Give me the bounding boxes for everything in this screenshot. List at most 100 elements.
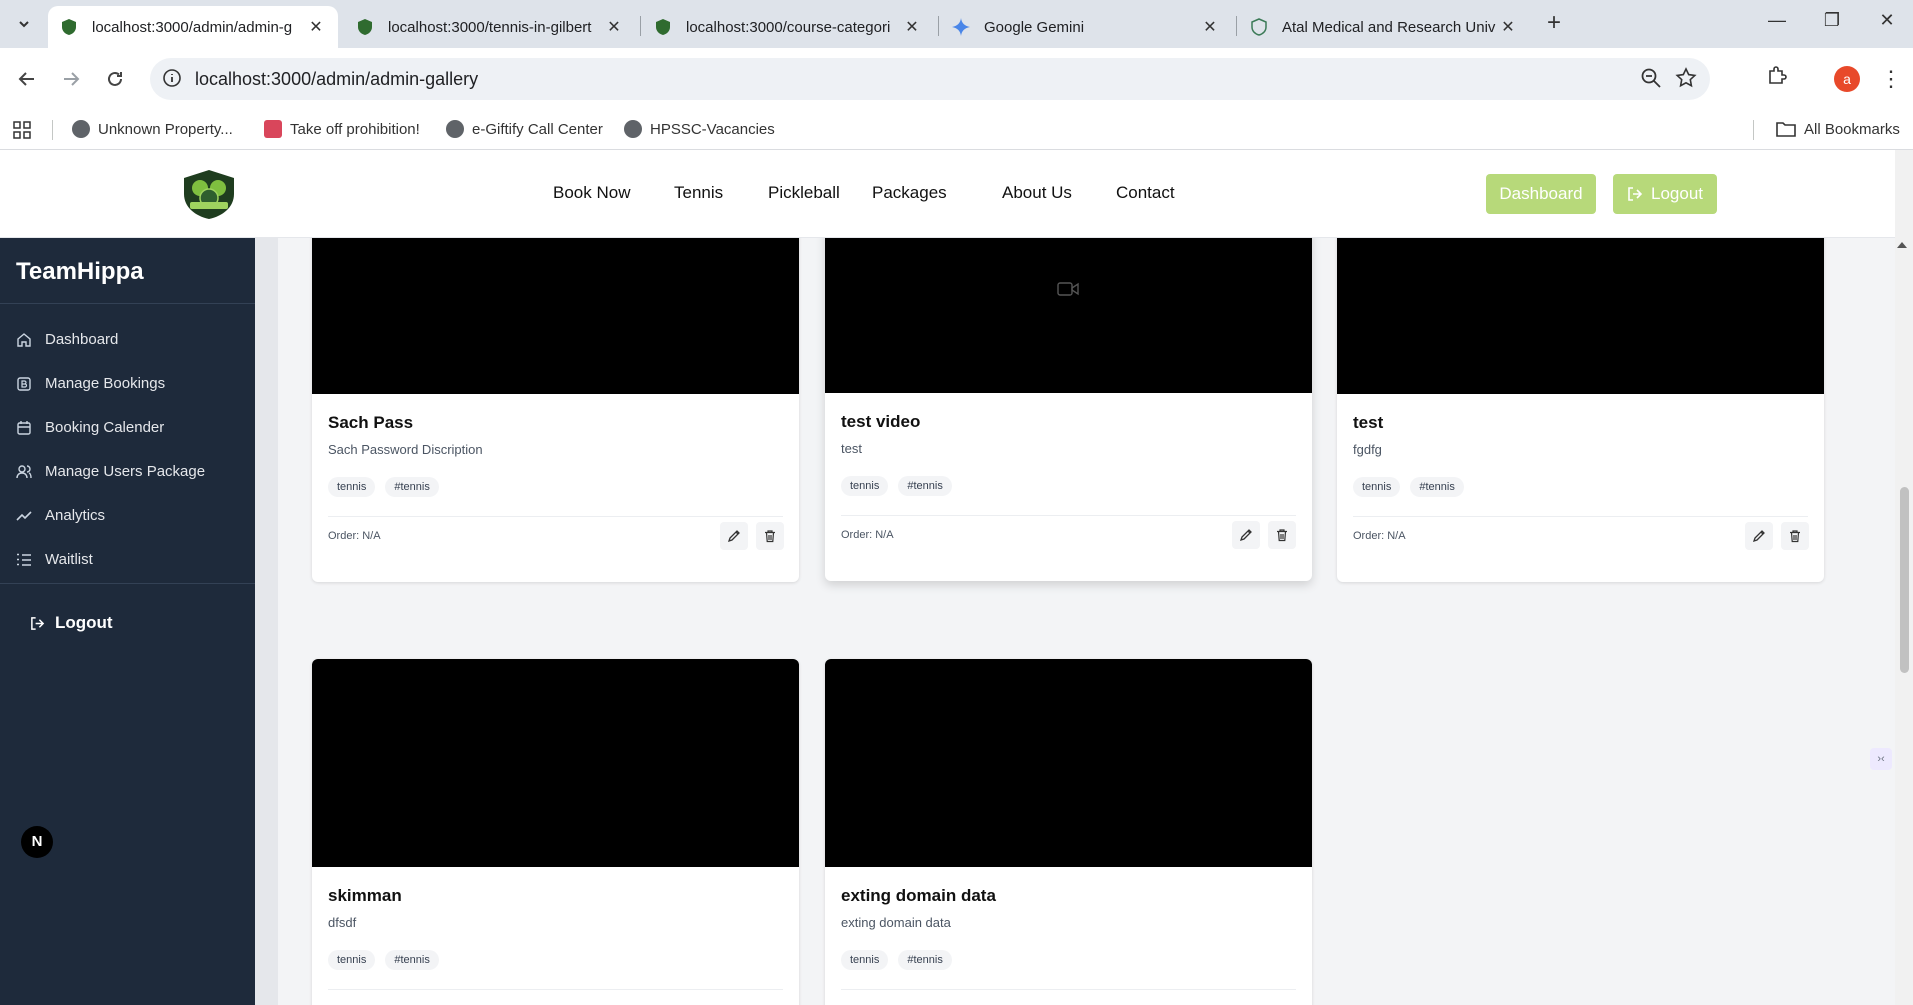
chevron-down-icon xyxy=(19,21,29,28)
home-icon xyxy=(17,332,31,347)
users-icon xyxy=(16,464,32,478)
sidebar-item-dashboard[interactable]: Dashboard xyxy=(16,331,118,348)
gallery-card: test fgdfg tennis #tennis Order: N/A xyxy=(1337,186,1824,582)
trash-icon xyxy=(765,530,775,543)
restore-icon[interactable]: ❐ xyxy=(1812,10,1852,38)
scrollbar-thumb[interactable] xyxy=(1900,487,1909,673)
sidebar-logout[interactable]: Logout xyxy=(30,613,113,633)
tag-badge: tennis xyxy=(328,477,376,497)
tag-badge: #tennis xyxy=(385,950,439,970)
new-tab-plus-icon[interactable]: + xyxy=(1540,10,1568,38)
card-order: Order: N/A xyxy=(1353,530,1406,542)
nav-packages[interactable]: Packages xyxy=(872,183,947,203)
zoom-out-icon[interactable] xyxy=(1640,67,1662,89)
list-icon xyxy=(17,553,31,566)
university-shield-icon xyxy=(1251,18,1267,36)
sidebar-item-label: Manage Bookings xyxy=(45,375,166,392)
delete-button[interactable] xyxy=(756,522,784,550)
close-icon[interactable]: ✕ xyxy=(1200,17,1220,37)
card-title: test video xyxy=(841,412,921,431)
browser-tab-3[interactable]: Google Gemini ✕ xyxy=(940,6,1232,48)
card-divider xyxy=(841,515,1296,516)
dashboard-button-label: Dashboard xyxy=(1499,184,1583,203)
tab-title: localhost:3000/admin/admin-g xyxy=(92,18,293,36)
card-divider xyxy=(841,989,1296,990)
back-arrow-icon[interactable] xyxy=(10,62,44,96)
trash-icon xyxy=(1277,529,1287,542)
extensions-puzzle-icon[interactable] xyxy=(1765,64,1789,88)
nav-book-now[interactable]: Book Now xyxy=(553,183,630,203)
bookmark-item[interactable]: HPSSC-Vacancies xyxy=(624,120,775,138)
logout-button[interactable]: Logout xyxy=(1613,174,1717,214)
tab-search-button[interactable] xyxy=(8,10,40,38)
bird-icon xyxy=(264,120,282,138)
sidebar-item-label: Analytics xyxy=(45,507,106,524)
sidebar-item-label: Dashboard xyxy=(45,331,119,348)
card-description: fgdfg xyxy=(1353,442,1382,457)
close-icon[interactable]: ✕ xyxy=(306,17,326,37)
bookmark-item[interactable]: Take off prohibition! xyxy=(264,120,420,138)
delete-button[interactable] xyxy=(1781,522,1809,550)
edit-button[interactable] xyxy=(1745,522,1773,550)
delete-button[interactable] xyxy=(1268,521,1296,549)
address-bar[interactable]: localhost:3000/admin/admin-gallery xyxy=(150,58,1710,100)
browser-toolbar: localhost:3000/admin/admin-gallery xyxy=(0,48,1913,110)
bookmark-item[interactable]: Unknown Property... xyxy=(72,120,233,138)
profile-avatar[interactable]: a xyxy=(1834,66,1860,92)
sidebar-item-booking-calender[interactable]: Booking Calender xyxy=(16,419,164,436)
card-media[interactable] xyxy=(825,659,1312,867)
apps-grid-icon[interactable] xyxy=(13,121,31,139)
window-close-icon[interactable]: ✕ xyxy=(1867,10,1907,38)
next-dev-badge[interactable]: N xyxy=(21,826,53,858)
side-panel-toggle-icon[interactable]: ›‹ xyxy=(1870,748,1892,770)
admin-sidebar: TeamHippa Dashboard Manage Bookings Book… xyxy=(0,238,255,1005)
card-description: dfsdf xyxy=(328,915,357,930)
tag-badge: tennis xyxy=(841,476,889,496)
forward-arrow-icon[interactable] xyxy=(54,62,88,96)
close-icon[interactable]: ✕ xyxy=(1498,17,1518,37)
nav-pickleball[interactable]: Pickleball xyxy=(768,183,840,203)
dashboard-button[interactable]: Dashboard xyxy=(1486,174,1596,214)
sidebar-item-waitlist[interactable]: Waitlist xyxy=(16,551,93,568)
bookmark-star-icon[interactable] xyxy=(1674,66,1698,90)
browser-tab-0[interactable]: localhost:3000/admin/admin-g ✕ xyxy=(48,6,338,48)
all-bookmarks-button[interactable]: All Bookmarks xyxy=(1776,120,1900,138)
sidebar-item-manage-bookings[interactable]: Manage Bookings xyxy=(16,375,165,392)
sidebar-divider xyxy=(0,583,255,584)
sidebar-item-analytics[interactable]: Analytics xyxy=(16,507,105,524)
browser-menu-icon[interactable]: ⋮ xyxy=(1880,66,1902,92)
tab-title: localhost:3000/tennis-in-gilbert xyxy=(388,18,592,36)
bookmark-label: e-Giftify Call Center xyxy=(472,120,603,138)
bookmark-item[interactable]: e-Giftify Call Center xyxy=(446,120,603,138)
card-title: Sach Pass xyxy=(328,413,414,432)
browser-tab-4[interactable]: Atal Medical and Research Univ ✕ xyxy=(1238,6,1530,48)
shield-favicon-icon xyxy=(62,19,76,35)
globe-icon xyxy=(624,120,642,138)
edit-button[interactable] xyxy=(1232,521,1260,549)
url-text[interactable]: localhost:3000/admin/admin-gallery xyxy=(195,69,478,90)
globe-icon xyxy=(72,120,90,138)
nav-tennis[interactable]: Tennis xyxy=(674,183,723,203)
nav-about-us[interactable]: About Us xyxy=(1002,183,1072,203)
card-tags: tennis #tennis xyxy=(328,477,439,497)
reload-icon[interactable] xyxy=(98,62,132,96)
site-info-icon[interactable] xyxy=(162,68,182,88)
edit-button[interactable] xyxy=(720,522,748,550)
tab-title: Google Gemini xyxy=(984,18,1085,36)
nav-contact[interactable]: Contact xyxy=(1116,183,1175,203)
trash-icon xyxy=(1790,530,1800,543)
scroll-up-arrow-icon[interactable] xyxy=(1897,242,1907,248)
logout-button-label: Logout xyxy=(1651,184,1703,203)
card-media[interactable] xyxy=(312,659,799,867)
team-hippa-logo[interactable] xyxy=(180,168,238,220)
browser-tab-2[interactable]: localhost:3000/course-categori ✕ xyxy=(642,6,934,48)
sidebar-item-label: Manage Users Package xyxy=(45,463,206,480)
browser-tab-1[interactable]: localhost:3000/tennis-in-gilbert ✕ xyxy=(344,6,636,48)
close-icon[interactable]: ✕ xyxy=(902,17,922,37)
minimize-icon[interactable]: — xyxy=(1757,10,1797,38)
logout-icon xyxy=(31,616,45,630)
sidebar-item-manage-users-package[interactable]: Manage Users Package xyxy=(16,463,205,480)
card-divider xyxy=(328,516,783,517)
close-icon[interactable]: ✕ xyxy=(604,17,624,37)
folder-icon xyxy=(1776,122,1796,137)
